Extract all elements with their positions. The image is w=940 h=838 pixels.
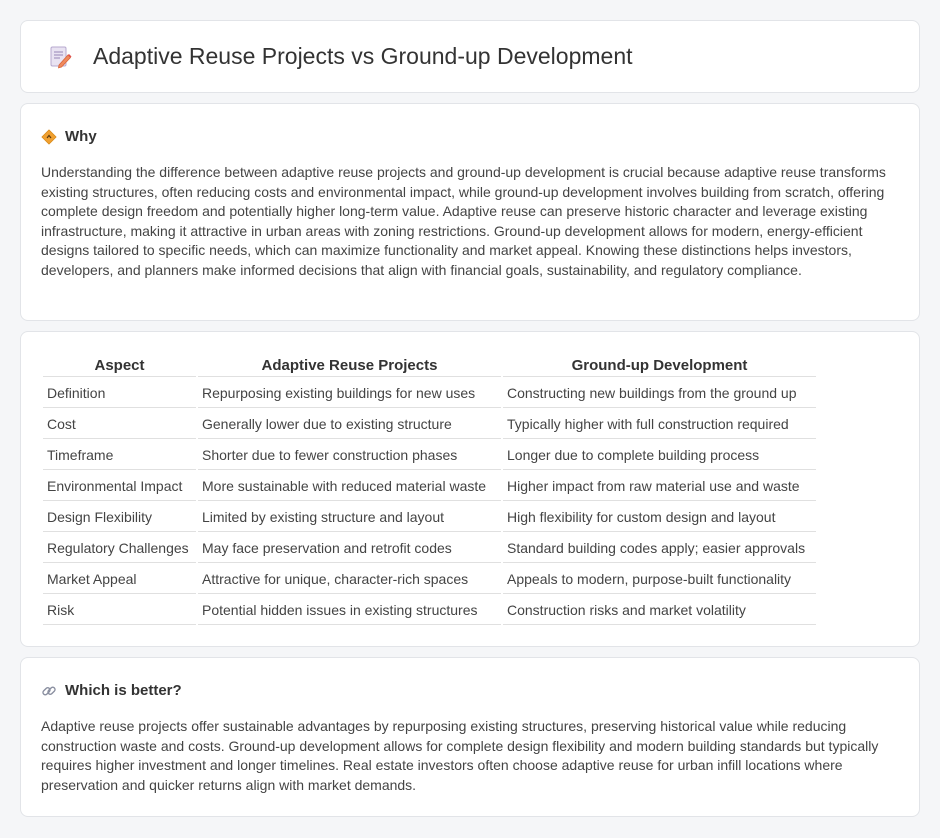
cell-groundup: Longer due to complete building process	[503, 441, 816, 470]
table-header-row: Aspect Adaptive Reuse Projects Ground-up…	[43, 354, 816, 377]
cell-adaptive: Shorter due to fewer construction phases	[198, 441, 501, 470]
which-is-better-section: Which is better? Adaptive reuse projects…	[20, 657, 920, 817]
document-pencil-icon	[47, 44, 73, 70]
cell-aspect: Timeframe	[43, 441, 196, 470]
why-title: Why	[65, 128, 97, 145]
cell-adaptive: Limited by existing structure and layout	[198, 503, 501, 532]
cell-groundup: Standard building codes apply; easier ap…	[503, 534, 816, 563]
column-header-aspect: Aspect	[43, 354, 196, 377]
page-title: Adaptive Reuse Projects vs Ground-up Dev…	[93, 43, 633, 69]
cell-adaptive: Attractive for unique, character-rich sp…	[198, 565, 501, 594]
table-row: Market Appeal Attractive for unique, cha…	[43, 565, 816, 594]
better-paragraph: Adaptive reuse projects offer sustainabl…	[41, 718, 879, 793]
cell-aspect: Risk	[43, 596, 196, 625]
cell-adaptive: Repurposing existing buildings for new u…	[198, 379, 501, 408]
why-paragraph: Understanding the difference between ada…	[41, 164, 886, 278]
diamond-sign-icon	[41, 128, 57, 145]
table-row: Environmental Impact More sustainable wi…	[43, 472, 816, 501]
table-row: Cost Generally lower due to existing str…	[43, 410, 816, 439]
column-header-ground-up: Ground-up Development	[503, 354, 816, 377]
table-row: Design Flexibility Limited by existing s…	[43, 503, 816, 532]
link-icon	[41, 683, 57, 699]
cell-aspect: Definition	[43, 379, 196, 408]
cell-groundup: Higher impact from raw material use and …	[503, 472, 816, 501]
table-row: Risk Potential hidden issues in existing…	[43, 596, 816, 625]
comparison-table: Aspect Adaptive Reuse Projects Ground-up…	[41, 352, 818, 627]
cell-aspect: Regulatory Challenges	[43, 534, 196, 563]
cell-groundup: Appeals to modern, purpose-built functio…	[503, 565, 816, 594]
cell-adaptive: Potential hidden issues in existing stru…	[198, 596, 501, 625]
better-title: Which is better?	[65, 682, 182, 699]
why-heading: Why	[41, 128, 899, 145]
cell-aspect: Design Flexibility	[43, 503, 196, 532]
why-section: Why Understanding the difference between…	[20, 103, 920, 321]
cell-aspect: Environmental Impact	[43, 472, 196, 501]
cell-groundup: High flexibility for custom design and l…	[503, 503, 816, 532]
table-row: Timeframe Shorter due to fewer construct…	[43, 441, 816, 470]
cell-aspect: Cost	[43, 410, 196, 439]
cell-groundup: Constructing new buildings from the grou…	[503, 379, 816, 408]
table-row: Regulatory Challenges May face preservat…	[43, 534, 816, 563]
cell-adaptive: More sustainable with reduced material w…	[198, 472, 501, 501]
comparison-table-card: Aspect Adaptive Reuse Projects Ground-up…	[20, 331, 920, 647]
cell-aspect: Market Appeal	[43, 565, 196, 594]
column-header-adaptive-reuse: Adaptive Reuse Projects	[198, 354, 501, 377]
header-card: Adaptive Reuse Projects vs Ground-up Dev…	[20, 20, 920, 93]
cell-groundup: Typically higher with full construction …	[503, 410, 816, 439]
better-heading: Which is better?	[41, 682, 899, 699]
table-row: Definition Repurposing existing building…	[43, 379, 816, 408]
cell-adaptive: May face preservation and retrofit codes	[198, 534, 501, 563]
cell-groundup: Construction risks and market volatility	[503, 596, 816, 625]
cell-adaptive: Generally lower due to existing structur…	[198, 410, 501, 439]
